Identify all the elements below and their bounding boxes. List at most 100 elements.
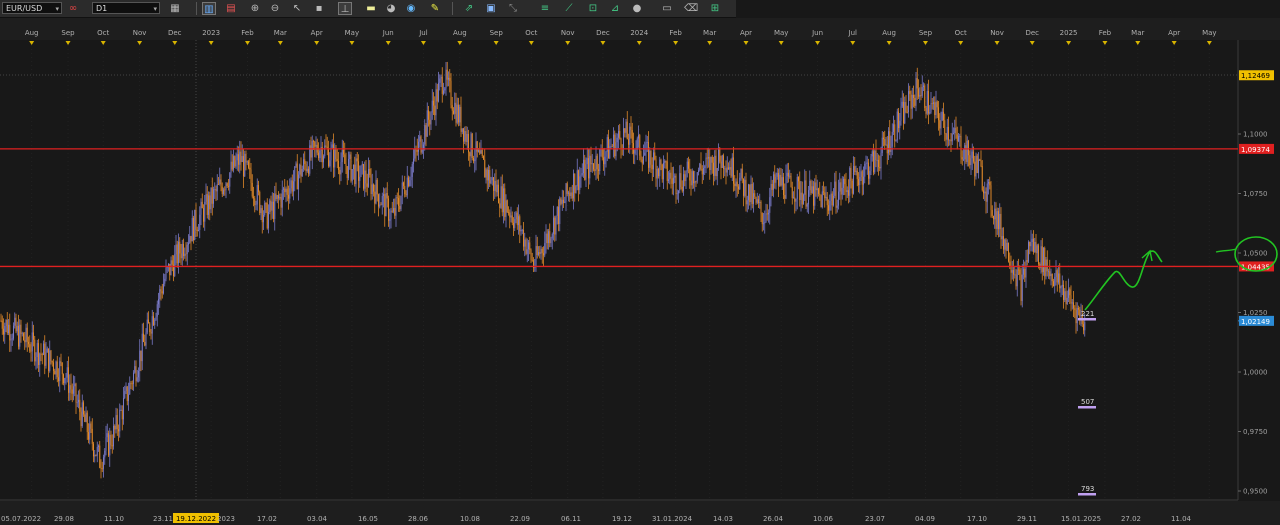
candle-body — [903, 101, 904, 124]
candle-body — [1049, 271, 1051, 277]
candle-body — [953, 132, 954, 134]
candle-body — [159, 289, 161, 300]
candle-body — [979, 159, 981, 161]
candle-body — [734, 183, 736, 187]
candle-body — [190, 236, 192, 242]
candle-body — [1031, 238, 1033, 242]
candle-body — [343, 149, 344, 155]
candle-body — [988, 181, 989, 184]
candle-body — [725, 168, 727, 173]
candle-body — [281, 189, 283, 208]
candle-body — [1004, 239, 1006, 250]
candle-body — [648, 142, 649, 168]
candle-body — [108, 433, 109, 456]
candle-body — [705, 157, 707, 167]
candle-body — [99, 445, 101, 468]
candle-body — [698, 170, 699, 173]
candle-body — [854, 166, 856, 172]
candle-body — [869, 171, 871, 179]
candle-body — [511, 215, 513, 223]
candle-body — [796, 176, 798, 199]
candle-body — [54, 370, 56, 375]
candle-body — [315, 144, 317, 147]
candle-body — [630, 126, 632, 131]
candle-body — [131, 383, 133, 385]
candle-body — [46, 348, 48, 353]
candle-body — [779, 174, 781, 186]
candle-body — [669, 172, 671, 180]
candle-body — [191, 218, 193, 242]
candle-body — [1059, 273, 1061, 289]
candle-body — [1061, 284, 1063, 287]
candle-body — [666, 161, 668, 182]
candle-body — [26, 327, 28, 342]
candle-body — [1056, 270, 1058, 283]
candle-body — [180, 253, 182, 259]
candle-body — [185, 253, 187, 255]
candle-body — [210, 187, 212, 210]
candle-body — [178, 241, 179, 264]
candle-body — [286, 188, 288, 195]
candle-body — [16, 325, 18, 332]
candle-body — [71, 389, 73, 394]
candle-body — [1030, 241, 1032, 247]
candle-body — [724, 168, 726, 170]
candle-body — [826, 196, 828, 206]
candle-body — [631, 130, 633, 144]
candle-body — [735, 181, 737, 187]
price-chart[interactable]: Aug Sep Oct Nov Dec 2023 Feb Mar Apr May Jun Jul Aug… — [0, 0, 1280, 525]
candle-body — [396, 197, 398, 199]
candle-body — [1024, 268, 1026, 278]
candle-body — [374, 191, 376, 204]
candle-body — [866, 162, 868, 164]
candle-body — [250, 169, 252, 183]
candle-body — [575, 186, 577, 193]
month-label: Nov — [133, 29, 147, 37]
candle-body — [494, 180, 496, 191]
candle-body — [310, 145, 312, 158]
candle-body — [208, 195, 209, 215]
candle-body — [274, 193, 276, 219]
candle-body — [35, 356, 37, 362]
candle-body — [263, 215, 264, 223]
candle-body — [215, 189, 217, 192]
candle-body — [665, 160, 667, 162]
date-label: 16.05 — [358, 515, 378, 523]
candle-body — [949, 139, 951, 141]
price-tick-label: 1,0000 — [1243, 369, 1268, 377]
candle-body — [184, 253, 186, 256]
candle-body — [199, 214, 201, 230]
candle-body — [731, 157, 733, 177]
candle-body — [943, 111, 944, 121]
candle-body — [604, 156, 606, 165]
candle-body — [379, 204, 381, 207]
candle-body — [946, 126, 948, 140]
candle-body — [814, 182, 816, 206]
price-tick-label: 1,0500 — [1243, 250, 1268, 258]
candle-body — [268, 212, 269, 229]
candle-body — [485, 169, 487, 178]
candle-body — [1066, 297, 1068, 305]
candle-body — [743, 178, 744, 196]
candle-body — [296, 163, 298, 190]
candle-body — [955, 127, 957, 135]
candle-body — [579, 176, 581, 190]
candle-body — [560, 198, 562, 204]
candle-body — [788, 172, 789, 177]
candle-body — [893, 124, 894, 132]
candle-body — [130, 382, 132, 384]
candle-body — [733, 157, 734, 184]
candle-body — [800, 192, 802, 201]
candle-body — [915, 78, 917, 106]
candle-body — [154, 319, 156, 325]
candle-body — [875, 150, 877, 161]
candle-body — [681, 186, 683, 192]
candle-body — [341, 149, 343, 163]
candle-body — [766, 213, 768, 215]
candle-body — [691, 171, 693, 186]
candle-body — [868, 162, 869, 179]
candle-body — [809, 180, 811, 191]
candle-body — [709, 157, 711, 171]
candle-body — [370, 175, 372, 194]
candle-body — [991, 210, 993, 216]
